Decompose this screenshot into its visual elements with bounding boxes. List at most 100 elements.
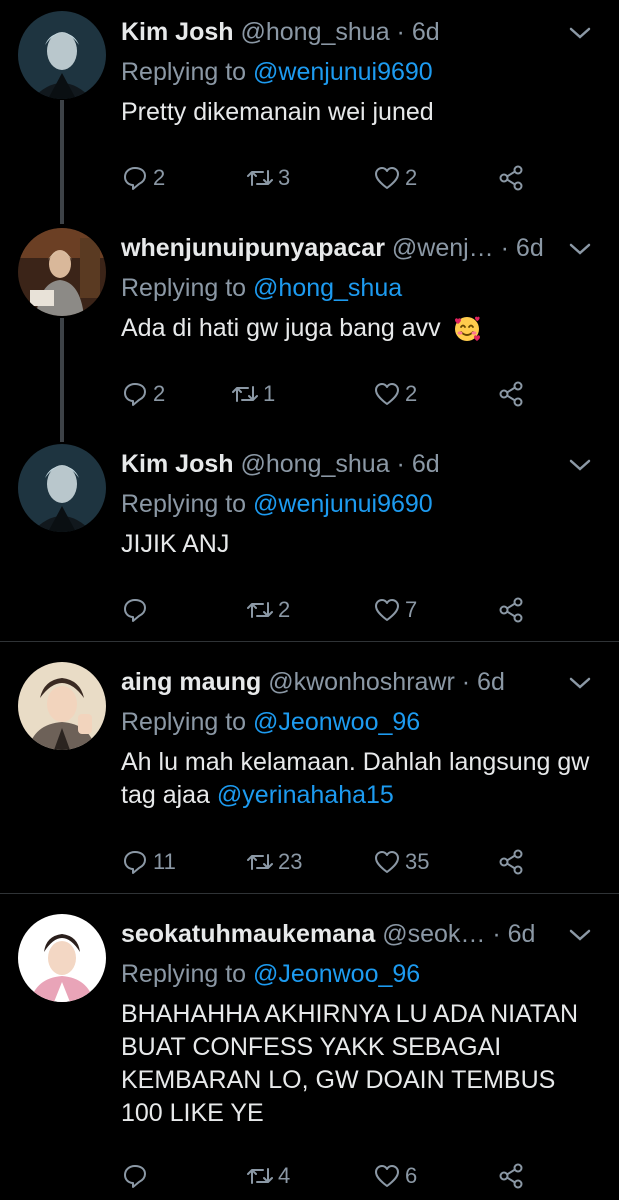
retweet-button[interactable]: 3 bbox=[246, 162, 290, 194]
like-button[interactable]: 6 bbox=[373, 1160, 417, 1192]
avatar[interactable] bbox=[18, 228, 106, 316]
retweet-count: 3 bbox=[278, 165, 291, 190]
chevron-down-icon[interactable] bbox=[565, 664, 595, 700]
tweet-text-content: Pretty dikemanain wei juned bbox=[121, 98, 434, 126]
reply-button[interactable]: 2 bbox=[121, 162, 165, 194]
tweet[interactable]: aing maung @kwonhoshrawr · 6d Replying t… bbox=[0, 642, 619, 892]
replying-to-label: Replying to bbox=[121, 708, 247, 736]
reply-mention-link[interactable]: @Jeonwoo_96 bbox=[253, 960, 420, 988]
retweet-button[interactable]: 23 bbox=[246, 846, 302, 878]
like-button[interactable]: 35 bbox=[373, 846, 429, 878]
heart-icon bbox=[375, 167, 399, 189]
tweet-text-content: BHAHAHHA AKHIRNYA LU ADA NIATAN BUAT CON… bbox=[121, 1000, 579, 1127]
like-button[interactable]: 2 bbox=[373, 162, 417, 194]
separator-dot: · bbox=[396, 450, 405, 478]
chevron-down-icon[interactable] bbox=[565, 446, 595, 482]
like-count: 7 bbox=[405, 597, 418, 622]
tweet-actions: 2 7 bbox=[121, 594, 541, 626]
tweet-header: aing maung @kwonhoshrawr · 6d bbox=[121, 664, 595, 700]
display-name[interactable]: aing maung bbox=[121, 668, 261, 696]
display-name[interactable]: Kim Josh bbox=[121, 450, 234, 478]
reply-icon bbox=[124, 851, 146, 874]
timestamp[interactable]: 6d bbox=[477, 668, 505, 696]
reply-button[interactable] bbox=[121, 1160, 153, 1192]
share-button[interactable] bbox=[497, 1160, 529, 1192]
retweet-count: 1 bbox=[263, 381, 276, 406]
tweet[interactable]: whenjunuipunyapacar @wenj… · 6d Replying… bbox=[0, 216, 619, 432]
user-handle[interactable]: @hong_shua bbox=[240, 450, 389, 478]
separator-dot: · bbox=[396, 18, 405, 46]
reply-mention-link[interactable]: @wenjunui9690 bbox=[253, 58, 433, 86]
like-button[interactable]: 2 bbox=[373, 378, 417, 410]
tweet-header: Kim Josh @hong_shua · 6d bbox=[121, 446, 595, 482]
display-name[interactable]: Kim Josh bbox=[121, 18, 234, 46]
tweet-text: Pretty dikemanain wei juned bbox=[121, 96, 595, 129]
separator-dot: · bbox=[500, 234, 509, 262]
user-handle[interactable]: @kwonhoshrawr bbox=[268, 668, 455, 696]
heart-icon bbox=[375, 383, 399, 405]
chevron-down-icon[interactable] bbox=[565, 14, 595, 50]
replying-to-label: Replying to bbox=[121, 58, 247, 86]
timestamp[interactable]: 6d bbox=[412, 18, 440, 46]
reply-button[interactable]: 11 bbox=[121, 846, 176, 878]
user-handle[interactable]: @wenj… bbox=[392, 234, 494, 262]
heart-icon bbox=[375, 851, 399, 873]
tweet[interactable]: seokatuhmaukemana @seok… · 6d Replying t… bbox=[0, 894, 619, 1200]
retweet-button[interactable]: 4 bbox=[246, 1160, 290, 1192]
replying-to-label: Replying to bbox=[121, 960, 247, 988]
like-count: 2 bbox=[405, 165, 418, 190]
tweet[interactable]: Kim Josh @hong_shua · 6d Replying to @we… bbox=[0, 432, 619, 640]
retweet-count: 23 bbox=[278, 849, 303, 874]
like-button[interactable]: 7 bbox=[373, 594, 417, 626]
avatar[interactable] bbox=[18, 444, 106, 532]
reply-mention-link[interactable]: @wenjunui9690 bbox=[253, 490, 433, 518]
display-name[interactable]: seokatuhmaukemana bbox=[121, 920, 375, 948]
like-count: 35 bbox=[405, 849, 430, 874]
retweet-count: 2 bbox=[278, 597, 291, 622]
share-icon bbox=[499, 1163, 523, 1189]
separator-dot: · bbox=[461, 668, 471, 696]
timestamp[interactable]: 6d bbox=[508, 920, 536, 948]
retweet-icon bbox=[232, 386, 258, 402]
tweet-actions: 4 6 bbox=[121, 1160, 541, 1192]
tweet-text: Ada di hati gw juga bang avv bbox=[121, 312, 595, 345]
avatar-image-kim-josh bbox=[18, 444, 106, 532]
share-button[interactable] bbox=[497, 162, 529, 194]
separator-dot: · bbox=[492, 920, 501, 948]
like-count: 6 bbox=[405, 1163, 418, 1188]
reply-button[interactable]: 2 bbox=[121, 378, 165, 410]
timestamp[interactable]: 6d bbox=[412, 450, 440, 478]
chevron-down-icon[interactable] bbox=[565, 230, 595, 266]
reply-icon bbox=[124, 167, 146, 190]
chevron-down-icon[interactable] bbox=[565, 916, 595, 952]
tweet-actions: 11 23 35 bbox=[121, 846, 541, 878]
reply-button[interactable] bbox=[121, 594, 153, 626]
tweet-header: seokatuhmaukemana @seok… · 6d bbox=[121, 916, 595, 952]
avatar[interactable] bbox=[18, 914, 106, 1002]
replying-to-label: Replying to bbox=[121, 274, 247, 302]
reply-mention-link[interactable]: @Jeonwoo_96 bbox=[253, 708, 420, 736]
reply-mention-link[interactable]: @hong_shua bbox=[253, 274, 402, 302]
reply-count: 2 bbox=[153, 381, 166, 406]
share-button[interactable] bbox=[497, 378, 529, 410]
mention-link[interactable]: @yerinahaha15 bbox=[217, 781, 394, 809]
heart-icon bbox=[375, 1165, 399, 1187]
user-handle[interactable]: @seok… bbox=[382, 920, 485, 948]
retweet-button[interactable]: 2 bbox=[246, 594, 290, 626]
share-icon bbox=[499, 165, 523, 191]
replying-to: Replying to @Jeonwoo_96 bbox=[121, 956, 595, 992]
share-icon bbox=[499, 597, 523, 623]
avatar-image-aing-maung bbox=[18, 662, 106, 750]
retweet-icon bbox=[247, 602, 273, 618]
tweet-text-content: JIJIK ANJ bbox=[121, 530, 230, 558]
share-button[interactable] bbox=[497, 594, 529, 626]
avatar[interactable] bbox=[18, 662, 106, 750]
tweet-actions: 2 1 2 bbox=[121, 378, 541, 410]
tweet[interactable]: Kim Josh @hong_shua · 6d Replying to @we… bbox=[0, 0, 619, 216]
user-handle[interactable]: @hong_shua bbox=[240, 18, 389, 46]
avatar[interactable] bbox=[18, 11, 106, 99]
share-button[interactable] bbox=[497, 846, 529, 878]
retweet-button[interactable]: 1 bbox=[231, 378, 275, 410]
display-name[interactable]: whenjunuipunyapacar bbox=[121, 234, 385, 262]
timestamp[interactable]: 6d bbox=[516, 234, 544, 262]
